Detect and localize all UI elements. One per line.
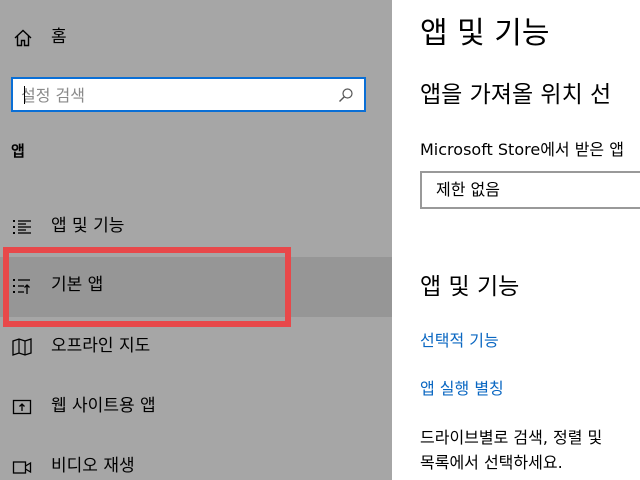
text-cursor <box>24 86 25 104</box>
video-playback-icon <box>12 457 32 477</box>
settings-search-box[interactable] <box>11 77 366 112</box>
optional-features-link[interactable]: 선택적 기능 <box>420 329 499 353</box>
sidebar-item-apps-features[interactable]: 앱 및 기능 <box>0 202 392 252</box>
sidebar-item-label: 웹 사이트용 앱 <box>51 396 156 416</box>
settings-window: 홈 앱 <box>0 0 640 480</box>
sidebar-item-label: 오프라인 지도 <box>51 336 151 356</box>
main-content: 앱 및 기능 앱을 가져올 위치 선 Microsoft Store에서 받은 … <box>392 0 640 480</box>
apps-for-websites-icon <box>12 397 32 417</box>
sidebar-item-label: 비디오 재생 <box>51 456 135 476</box>
description-text-line2: 목록에서 선택하세요. <box>420 453 563 472</box>
sidebar-item-label: 앱 및 기능 <box>51 216 125 236</box>
sidebar-item-video-playback[interactable]: 비디오 재생 <box>0 442 392 480</box>
app-execution-alias-link[interactable]: 앱 실행 별칭 <box>420 377 504 401</box>
dropdown-value: 제한 없음 <box>436 180 500 199</box>
app-source-dropdown[interactable]: 제한 없음 <box>420 171 640 209</box>
search-input[interactable] <box>21 83 321 107</box>
default-apps-icon <box>12 276 32 296</box>
apps-features-icon <box>12 217 32 237</box>
home-icon <box>13 28 33 48</box>
apps-features-heading: 앱 및 기능 <box>420 274 520 300</box>
offline-maps-icon <box>12 337 32 357</box>
page-title: 앱 및 기능 <box>420 16 550 51</box>
home-label: 홈 <box>51 27 67 47</box>
search-icon[interactable] <box>338 87 354 103</box>
store-setting-text: Microsoft Store에서 받은 앱 <box>420 140 624 159</box>
description-text-line1: 드라이브별로 검색, 정렬 및 <box>420 428 603 447</box>
sidebar: 홈 앱 <box>0 0 392 480</box>
sidebar-item-label: 기본 앱 <box>51 275 104 295</box>
home-nav-item[interactable]: 홈 <box>0 18 392 58</box>
sidebar-item-offline-maps[interactable]: 오프라인 지도 <box>0 322 392 372</box>
sidebar-item-default-apps[interactable]: 기본 앱 <box>0 257 392 317</box>
section-title: 앱 <box>11 142 25 160</box>
sidebar-item-apps-for-websites[interactable]: 웹 사이트용 앱 <box>0 382 392 432</box>
choose-where-heading: 앱을 가져올 위치 선 <box>420 82 612 108</box>
